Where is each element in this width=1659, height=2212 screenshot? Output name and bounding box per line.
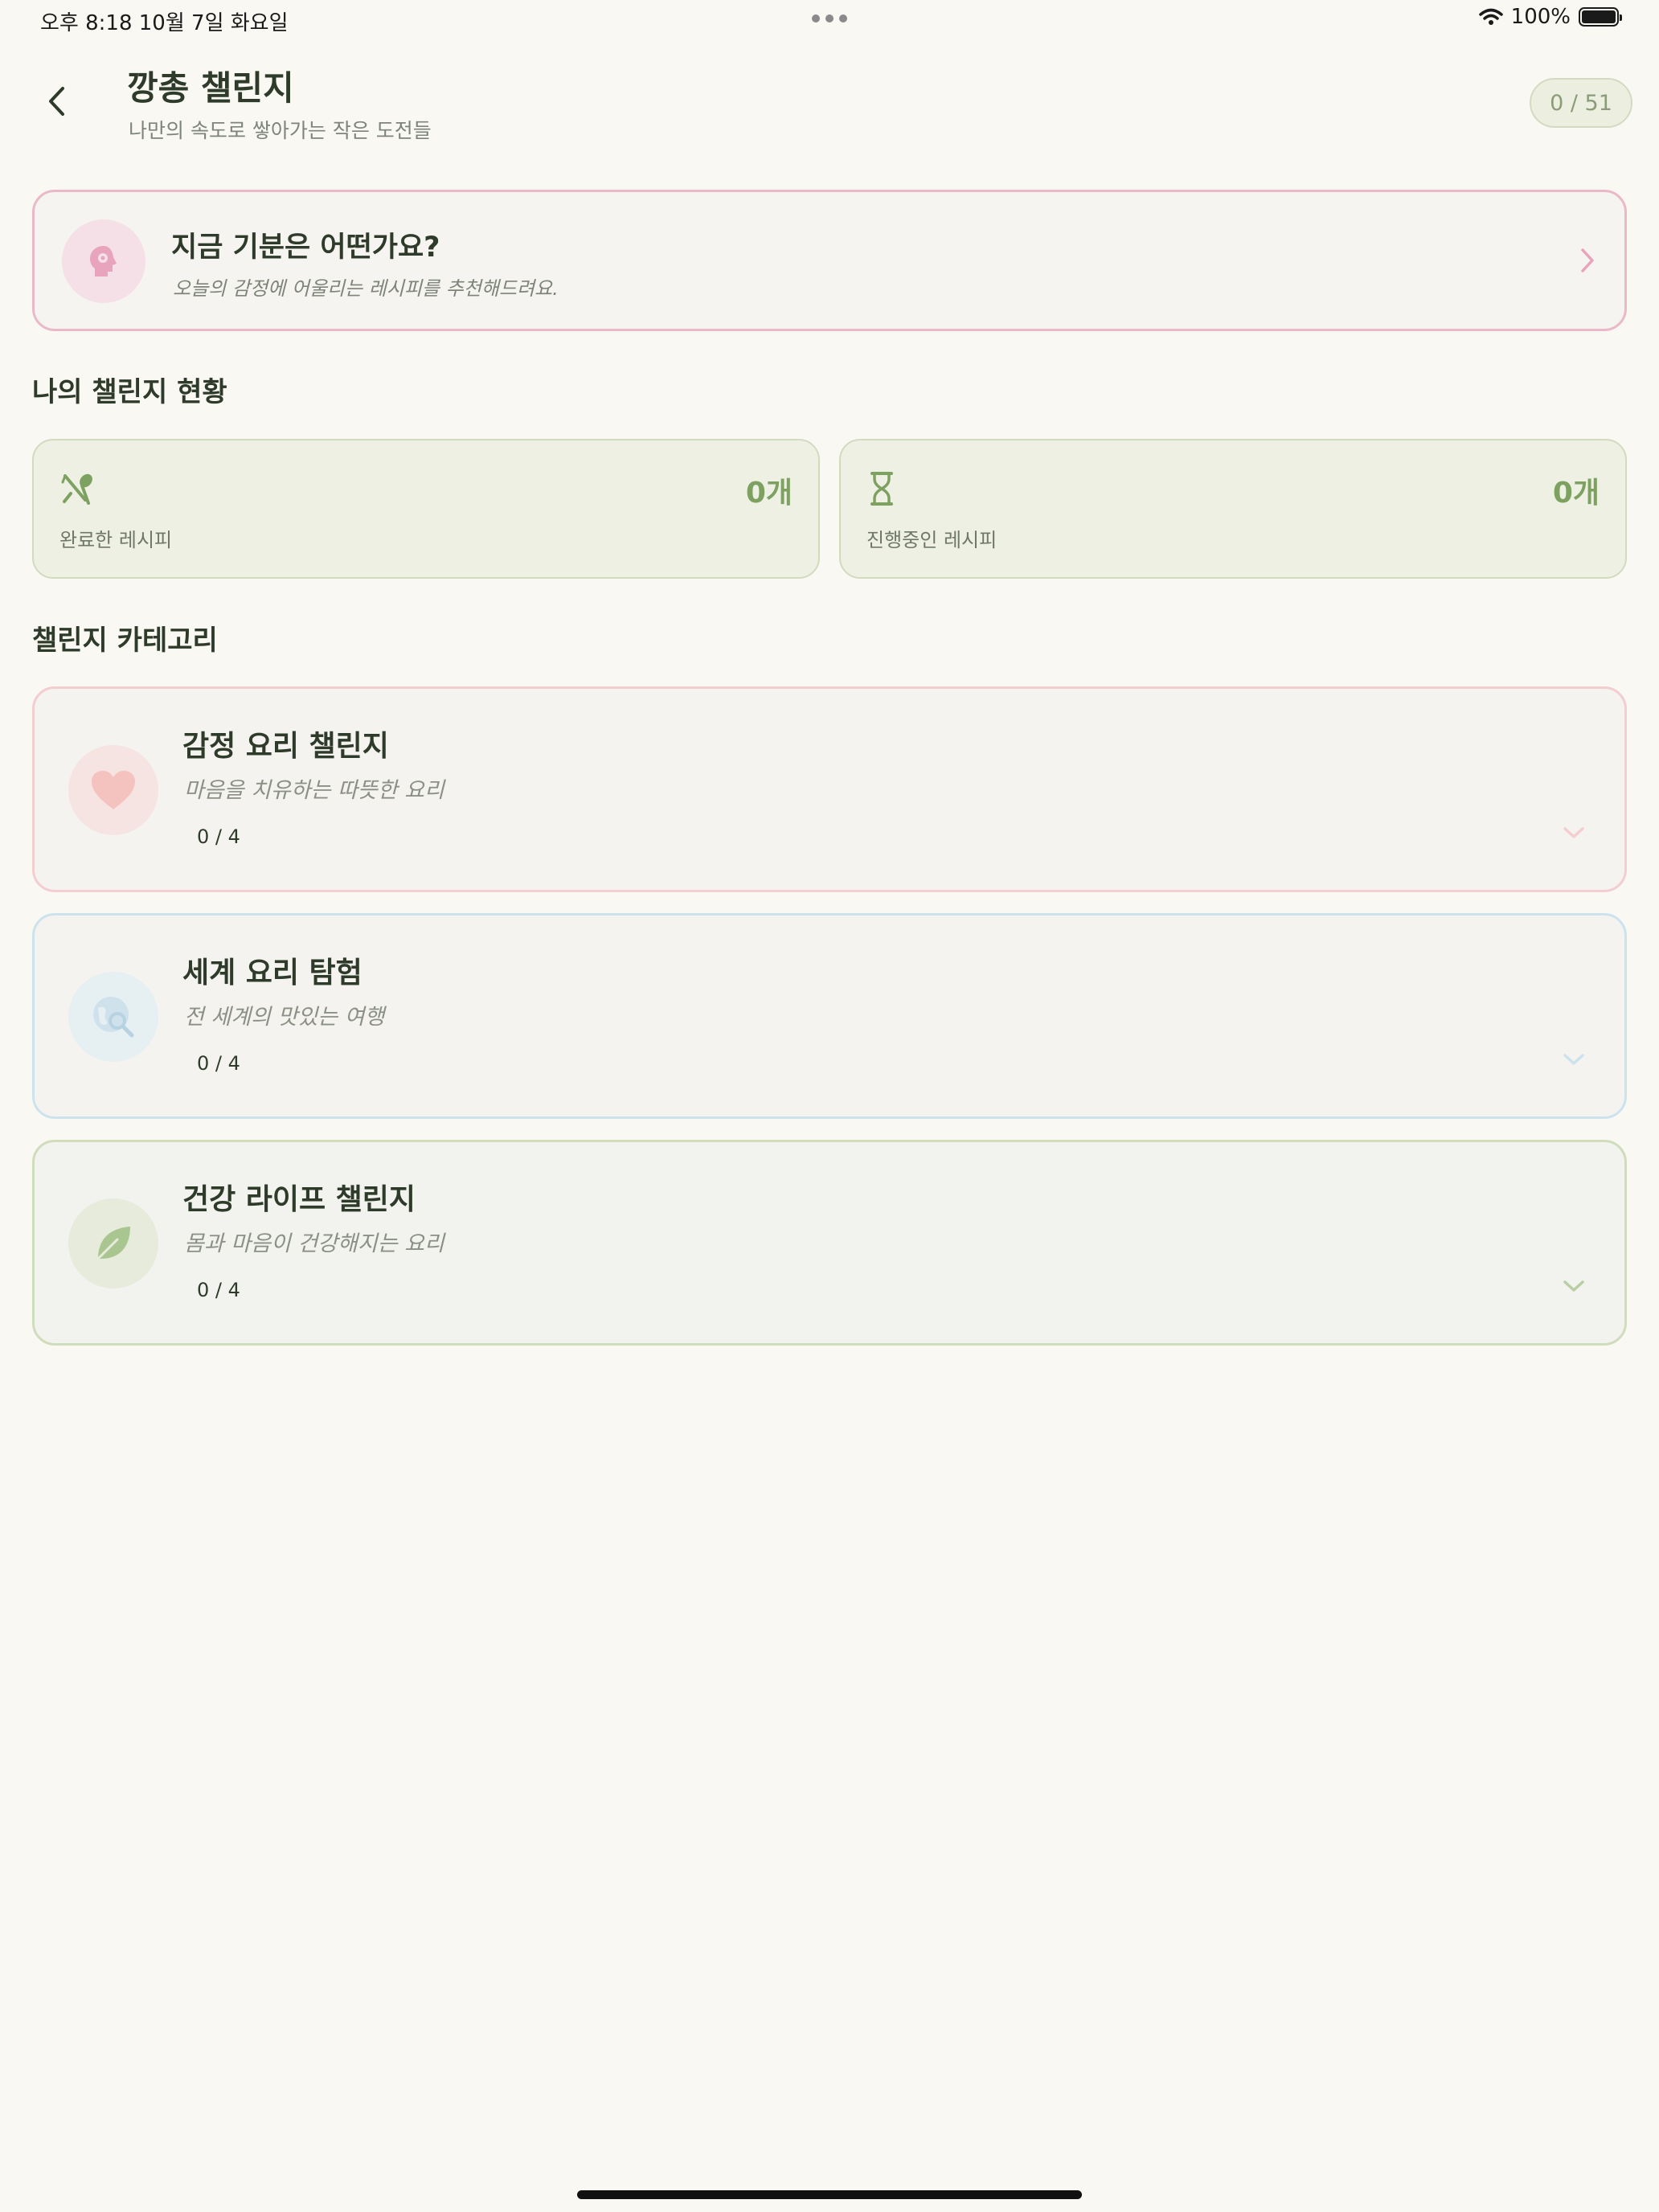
battery-percent: 100% [1510, 5, 1571, 29]
page-subtitle: 나만의 속도로 쌓아가는 작은 도전들 [129, 119, 432, 142]
status-time-date: 오후 8:18 10월 7일 화요일 [40, 11, 289, 35]
completed-count: 0개 [745, 477, 793, 510]
wifi-icon [1478, 8, 1503, 25]
chevron-down-icon[interactable] [1562, 825, 1586, 843]
chevron-down-icon[interactable] [1562, 1279, 1586, 1296]
heart-icon [92, 771, 135, 809]
mind-icon [90, 246, 117, 276]
chevron-down-icon[interactable] [1562, 1052, 1586, 1070]
mood-card-title: 지금 기분은 어떤가요? [171, 231, 440, 264]
leaf-icon [96, 1227, 130, 1260]
status-indicators: 100% [1478, 5, 1622, 29]
page-title: 깡총 챌린지 [127, 68, 294, 108]
hourglass-icon [868, 471, 895, 510]
category-description: 몸과 마음이 건강해지는 요리 [184, 1231, 444, 1256]
multitasking-dots-icon[interactable] [812, 14, 847, 23]
status-bar: 오후 8:18 10월 7일 화요일 100% [0, 0, 1659, 39]
category-progress: 0 / 4 [197, 1052, 240, 1075]
in-progress-recipes-card[interactable]: 0개 진행중인 레시피 [839, 439, 1627, 579]
chevron-left-icon [49, 87, 64, 116]
category-card-emotion[interactable]: 감정 요리 챌린지 마음을 치유하는 따뜻한 요리 0 / 4 [32, 686, 1627, 892]
in-progress-label: 진행중인 레시피 [866, 529, 997, 551]
in-progress-count: 0개 [1552, 477, 1600, 510]
chevron-right-icon [1579, 247, 1596, 277]
battery-icon [1579, 7, 1622, 27]
globe-search-icon [93, 997, 134, 1038]
category-description: 전 세계의 맛있는 여행 [184, 1005, 385, 1030]
category-icon-container [68, 972, 158, 1062]
utensils-icon [61, 471, 96, 510]
category-progress: 0 / 4 [197, 1279, 240, 1301]
category-card-world[interactable]: 세계 요리 탐험 전 세계의 맛있는 여행 0 / 4 [32, 913, 1627, 1119]
categories-section-title: 챌린지 카테고리 [32, 625, 218, 657]
mood-card-description: 오늘의 감정에 어울리는 레시피를 추천해드려요. [173, 277, 559, 300]
category-title: 세계 요리 탐험 [182, 956, 363, 989]
mood-recommendation-card[interactable]: 지금 기분은 어떤가요? 오늘의 감정에 어울리는 레시피를 추천해드려요. [32, 190, 1627, 331]
completed-recipes-card[interactable]: 0개 완료한 레시피 [32, 439, 820, 579]
category-card-health[interactable]: 건강 라이프 챌린지 몸과 마음이 건강해지는 요리 0 / 4 [32, 1140, 1627, 1346]
mood-icon-container [62, 219, 145, 303]
total-progress-badge: 0 / 51 [1530, 78, 1632, 128]
category-description: 마음을 치유하는 따뜻한 요리 [184, 778, 444, 803]
category-progress: 0 / 4 [197, 825, 240, 848]
category-title: 건강 라이프 챌린지 [182, 1183, 416, 1216]
category-title: 감정 요리 챌린지 [182, 730, 389, 763]
category-icon-container [68, 745, 158, 835]
stats-section-title: 나의 챌린지 현황 [32, 376, 227, 408]
category-icon-container [68, 1198, 158, 1288]
back-button[interactable] [39, 79, 74, 124]
completed-label: 완료한 레시피 [59, 529, 173, 551]
home-indicator[interactable] [577, 2190, 1082, 2199]
